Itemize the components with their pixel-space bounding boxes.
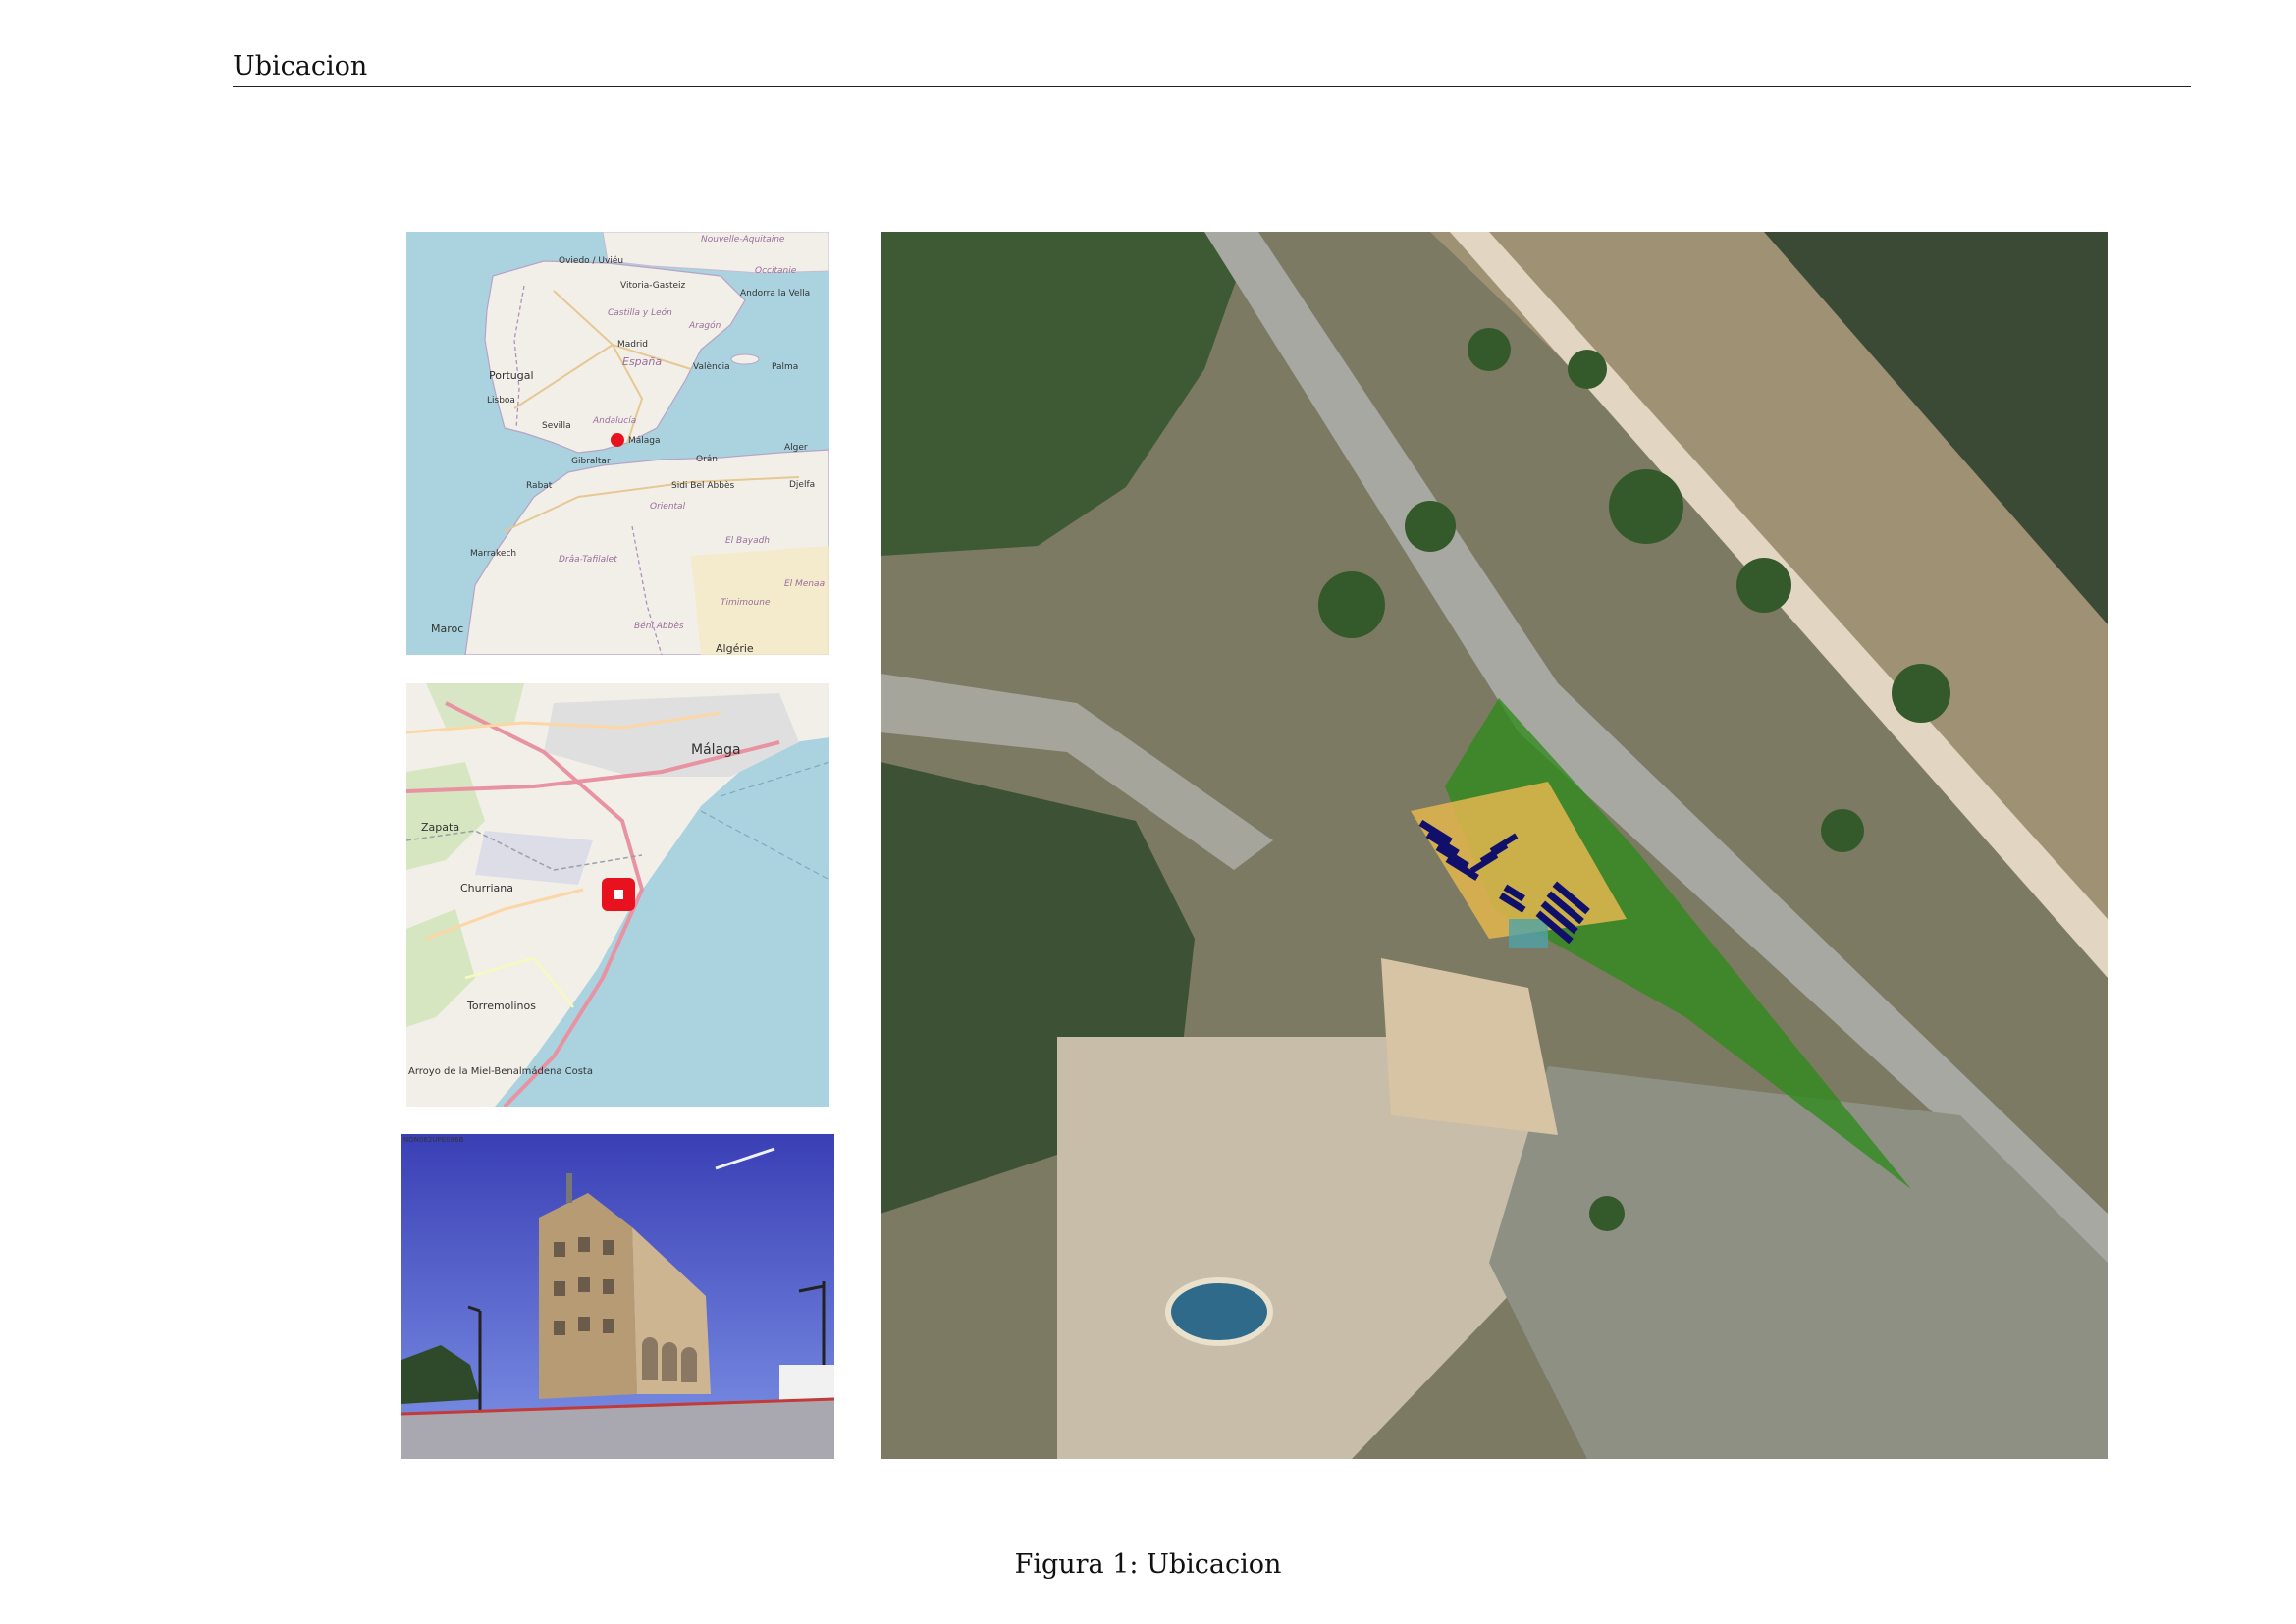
map-label: Maroc [431,623,463,635]
photo-watermark: NON062UPE086B [403,1136,463,1144]
map-label: Aragón [688,320,721,331]
map-label: El Bayadh [725,536,770,546]
location-marker-icon [611,433,624,447]
map-label: Oviedo / Uviéu [559,255,623,266]
map-label: Arroyo de la Miel-Benalmádena Costa [408,1065,593,1077]
figure-caption-text: Ubicacion [1147,1549,1282,1580]
map-label: Málaga [691,742,741,758]
map-label: Málaga [628,436,661,446]
map-label: Rabat [526,481,553,491]
map-label: Sidi Bel Abbès [671,480,734,491]
malaga-area-map: Málaga Zapata Churriana Torremolinos Arr… [406,683,829,1107]
header-rule [233,86,2191,87]
map-label: Nouvelle-Aquitaine [701,235,785,244]
aerial-site-photo [881,232,2108,1459]
map-label: Orán [696,455,718,464]
map-label: Zapata [421,821,459,834]
map-label: Algérie [716,642,754,655]
map-label: Churriana [460,882,513,894]
map-label: Madrid [617,340,648,350]
map-label: Marrakech [470,549,516,559]
map-label: Vitoria-Gasteiz [620,281,686,291]
figure-caption: Figura 1: Ubicacion [0,1549,2296,1580]
map-label: Palma [772,362,798,372]
map-label: Sevilla [542,421,571,431]
map-label: Andorra la Vella [740,289,810,298]
building-street-photo: NON062UPE086B [401,1134,834,1459]
map-label: Gibraltar [571,457,611,466]
map-label: El Menaa [784,579,825,589]
iberia-overview-map: Nouvelle-Aquitaine Oviedo / Uviéu Vitori… [406,232,829,655]
map-label: Castilla y León [608,307,672,318]
map-label: Andalucía [592,416,636,426]
map-label: Timimoune [721,598,771,608]
map-label: Alger [784,443,808,453]
map-label: Portugal [489,369,534,382]
figure-caption-prefix: Figura 1: [1014,1549,1139,1580]
map-label: Djelfa [789,480,815,490]
map-label: Drâa-Tafilalet [559,555,617,565]
map-label: Lisboa [487,396,515,406]
map-label: Oriental [650,502,686,512]
map-label: Occitanie [755,266,797,276]
map-label: Torremolinos [466,1000,536,1012]
map-label: Béni Abbès [634,621,684,631]
map-label: València [693,361,730,372]
map-label: España [622,355,662,368]
running-header: Ubicacion [233,51,368,81]
